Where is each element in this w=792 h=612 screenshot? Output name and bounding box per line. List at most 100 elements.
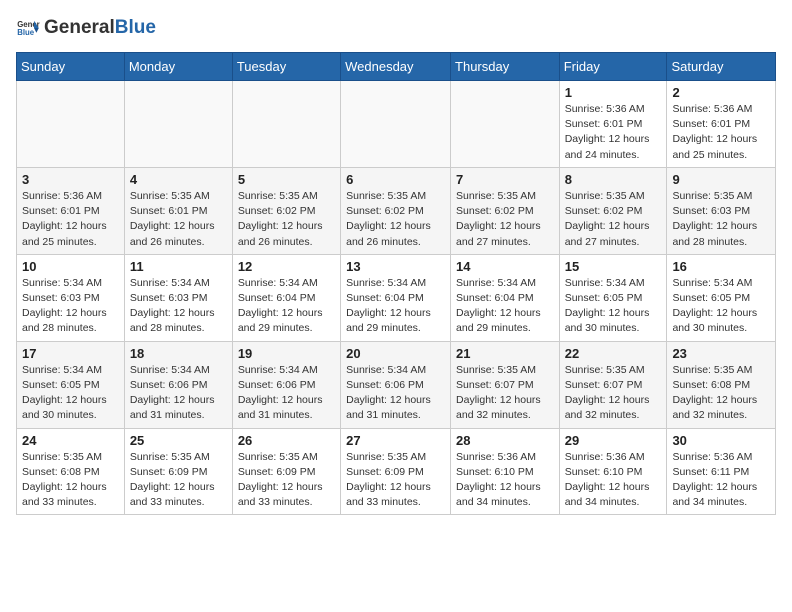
weekday-header-thursday: Thursday xyxy=(451,53,560,81)
calendar-week-row: 10 Sunrise: 5:34 AMSunset: 6:03 PMDayligh… xyxy=(17,254,776,341)
table-row: 2 Sunrise: 5:36 AMSunset: 6:01 PMDaylight… xyxy=(667,81,776,168)
weekday-header-wednesday: Wednesday xyxy=(341,53,451,81)
day-info: Sunrise: 5:34 AMSunset: 6:05 PMDaylight:… xyxy=(672,276,770,337)
calendar-week-row: 17 Sunrise: 5:34 AMSunset: 6:05 PMDayligh… xyxy=(17,341,776,428)
table-row xyxy=(124,81,232,168)
day-info: Sunrise: 5:35 AMSunset: 6:02 PMDaylight:… xyxy=(346,189,445,250)
day-number: 27 xyxy=(346,433,445,448)
day-info: Sunrise: 5:35 AMSunset: 6:03 PMDaylight:… xyxy=(672,189,770,250)
logo: General Blue General Blue xyxy=(16,16,156,40)
calendar-table: SundayMondayTuesdayWednesdayThursdayFrid… xyxy=(16,52,776,515)
day-number: 24 xyxy=(22,433,119,448)
table-row: 21 Sunrise: 5:35 AMSunset: 6:07 PMDayligh… xyxy=(451,341,560,428)
weekday-header-tuesday: Tuesday xyxy=(232,53,340,81)
weekday-header-friday: Friday xyxy=(559,53,667,81)
day-number: 20 xyxy=(346,346,445,361)
table-row: 19Sunrise: 5:34 AMSunset: 6:06 PMDayligh… xyxy=(232,341,340,428)
table-row: 8 Sunrise: 5:35 AMSunset: 6:02 PMDaylight… xyxy=(559,167,667,254)
table-row xyxy=(17,81,125,168)
day-info: Sunrise: 5:35 AMSunset: 6:02 PMDaylight:… xyxy=(565,189,662,250)
table-row: 29 Sunrise: 5:36 AMSunset: 6:10 PMDayligh… xyxy=(559,428,667,515)
table-row: 13 Sunrise: 5:34 AMSunset: 6:04 PMDayligh… xyxy=(341,254,451,341)
day-info: Sunrise: 5:35 AMSunset: 6:09 PMDaylight:… xyxy=(238,450,335,511)
day-number: 1 xyxy=(565,85,662,100)
day-number: 11 xyxy=(130,259,227,274)
day-number: 28 xyxy=(456,433,554,448)
table-row: 28 Sunrise: 5:36 AMSunset: 6:10 PMDayligh… xyxy=(451,428,560,515)
table-row: 5 Sunrise: 5:35 AMSunset: 6:02 PMDaylight… xyxy=(232,167,340,254)
table-row: 25Sunrise: 5:35 AMSunset: 6:09 PMDayligh… xyxy=(124,428,232,515)
table-row: 9 Sunrise: 5:35 AMSunset: 6:03 PMDaylight… xyxy=(667,167,776,254)
calendar-week-row: 24 Sunrise: 5:35 AMSunset: 6:08 PMDayligh… xyxy=(17,428,776,515)
table-row: 11 Sunrise: 5:34 AMSunset: 6:03 PMDayligh… xyxy=(124,254,232,341)
weekday-header-saturday: Saturday xyxy=(667,53,776,81)
page-header: General Blue General Blue xyxy=(16,16,776,40)
table-row: 4Sunrise: 5:35 AMSunset: 6:01 PMDaylight… xyxy=(124,167,232,254)
logo-icon: General Blue xyxy=(16,16,40,40)
day-info: Sunrise: 5:34 AMSunset: 6:06 PMDaylight:… xyxy=(346,363,445,424)
table-row: 3 Sunrise: 5:36 AMSunset: 6:01 PMDaylight… xyxy=(17,167,125,254)
day-number: 13 xyxy=(346,259,445,274)
day-number: 4 xyxy=(130,172,227,187)
day-number: 17 xyxy=(22,346,119,361)
day-info: Sunrise: 5:34 AMSunset: 6:03 PMDaylight:… xyxy=(130,276,227,337)
day-number: 5 xyxy=(238,172,335,187)
svg-text:Blue: Blue xyxy=(17,28,35,37)
table-row: 24 Sunrise: 5:35 AMSunset: 6:08 PMDayligh… xyxy=(17,428,125,515)
day-info: Sunrise: 5:36 AMSunset: 6:01 PMDaylight:… xyxy=(672,102,770,163)
day-info: Sunrise: 5:35 AMSunset: 6:02 PMDaylight:… xyxy=(238,189,335,250)
day-info: Sunrise: 5:36 AMSunset: 6:10 PMDaylight:… xyxy=(565,450,662,511)
day-number: 21 xyxy=(456,346,554,361)
day-number: 10 xyxy=(22,259,119,274)
day-info: Sunrise: 5:34 AMSunset: 6:05 PMDaylight:… xyxy=(565,276,662,337)
table-row: 10Sunrise: 5:34 AMSunset: 6:03 PMDayligh… xyxy=(17,254,125,341)
logo-blue: Blue xyxy=(115,17,156,39)
table-row: 15Sunrise: 5:34 AMSunset: 6:05 PMDayligh… xyxy=(559,254,667,341)
weekday-header-monday: Monday xyxy=(124,53,232,81)
day-number: 8 xyxy=(565,172,662,187)
day-info: Sunrise: 5:34 AMSunset: 6:05 PMDaylight:… xyxy=(22,363,119,424)
day-number: 12 xyxy=(238,259,335,274)
day-info: Sunrise: 5:35 AMSunset: 6:02 PMDaylight:… xyxy=(456,189,554,250)
table-row: 22Sunrise: 5:35 AMSunset: 6:07 PMDayligh… xyxy=(559,341,667,428)
table-row: 17 Sunrise: 5:34 AMSunset: 6:05 PMDayligh… xyxy=(17,341,125,428)
calendar-week-row: 1 Sunrise: 5:36 AMSunset: 6:01 PMDaylight… xyxy=(17,81,776,168)
table-row: 12Sunrise: 5:34 AMSunset: 6:04 PMDayligh… xyxy=(232,254,340,341)
day-number: 25 xyxy=(130,433,227,448)
table-row: 6Sunrise: 5:35 AMSunset: 6:02 PMDaylight… xyxy=(341,167,451,254)
day-number: 26 xyxy=(238,433,335,448)
day-number: 18 xyxy=(130,346,227,361)
table-row: 26 Sunrise: 5:35 AMSunset: 6:09 PMDayligh… xyxy=(232,428,340,515)
table-row xyxy=(232,81,340,168)
day-info: Sunrise: 5:36 AMSunset: 6:11 PMDaylight:… xyxy=(672,450,770,511)
logo-general: General xyxy=(44,17,115,39)
table-row: 14Sunrise: 5:34 AMSunset: 6:04 PMDayligh… xyxy=(451,254,560,341)
day-number: 16 xyxy=(672,259,770,274)
day-number: 23 xyxy=(672,346,770,361)
day-info: Sunrise: 5:35 AMSunset: 6:09 PMDaylight:… xyxy=(346,450,445,511)
weekday-header-row: SundayMondayTuesdayWednesdayThursdayFrid… xyxy=(17,53,776,81)
table-row xyxy=(451,81,560,168)
day-info: Sunrise: 5:36 AMSunset: 6:01 PMDaylight:… xyxy=(565,102,662,163)
day-info: Sunrise: 5:36 AMSunset: 6:01 PMDaylight:… xyxy=(22,189,119,250)
day-info: Sunrise: 5:35 AMSunset: 6:08 PMDaylight:… xyxy=(22,450,119,511)
day-number: 9 xyxy=(672,172,770,187)
table-row: 18Sunrise: 5:34 AMSunset: 6:06 PMDayligh… xyxy=(124,341,232,428)
day-number: 7 xyxy=(456,172,554,187)
day-number: 19 xyxy=(238,346,335,361)
table-row: 20 Sunrise: 5:34 AMSunset: 6:06 PMDayligh… xyxy=(341,341,451,428)
day-info: Sunrise: 5:35 AMSunset: 6:07 PMDaylight:… xyxy=(456,363,554,424)
day-number: 14 xyxy=(456,259,554,274)
day-info: Sunrise: 5:35 AMSunset: 6:07 PMDaylight:… xyxy=(565,363,662,424)
day-number: 29 xyxy=(565,433,662,448)
table-row: 30 Sunrise: 5:36 AMSunset: 6:11 PMDayligh… xyxy=(667,428,776,515)
table-row xyxy=(341,81,451,168)
day-number: 2 xyxy=(672,85,770,100)
day-number: 30 xyxy=(672,433,770,448)
day-number: 3 xyxy=(22,172,119,187)
day-info: Sunrise: 5:36 AMSunset: 6:10 PMDaylight:… xyxy=(456,450,554,511)
table-row: 23Sunrise: 5:35 AMSunset: 6:08 PMDayligh… xyxy=(667,341,776,428)
calendar-week-row: 3 Sunrise: 5:36 AMSunset: 6:01 PMDaylight… xyxy=(17,167,776,254)
table-row: 1 Sunrise: 5:36 AMSunset: 6:01 PMDaylight… xyxy=(559,81,667,168)
day-info: Sunrise: 5:34 AMSunset: 6:04 PMDaylight:… xyxy=(346,276,445,337)
